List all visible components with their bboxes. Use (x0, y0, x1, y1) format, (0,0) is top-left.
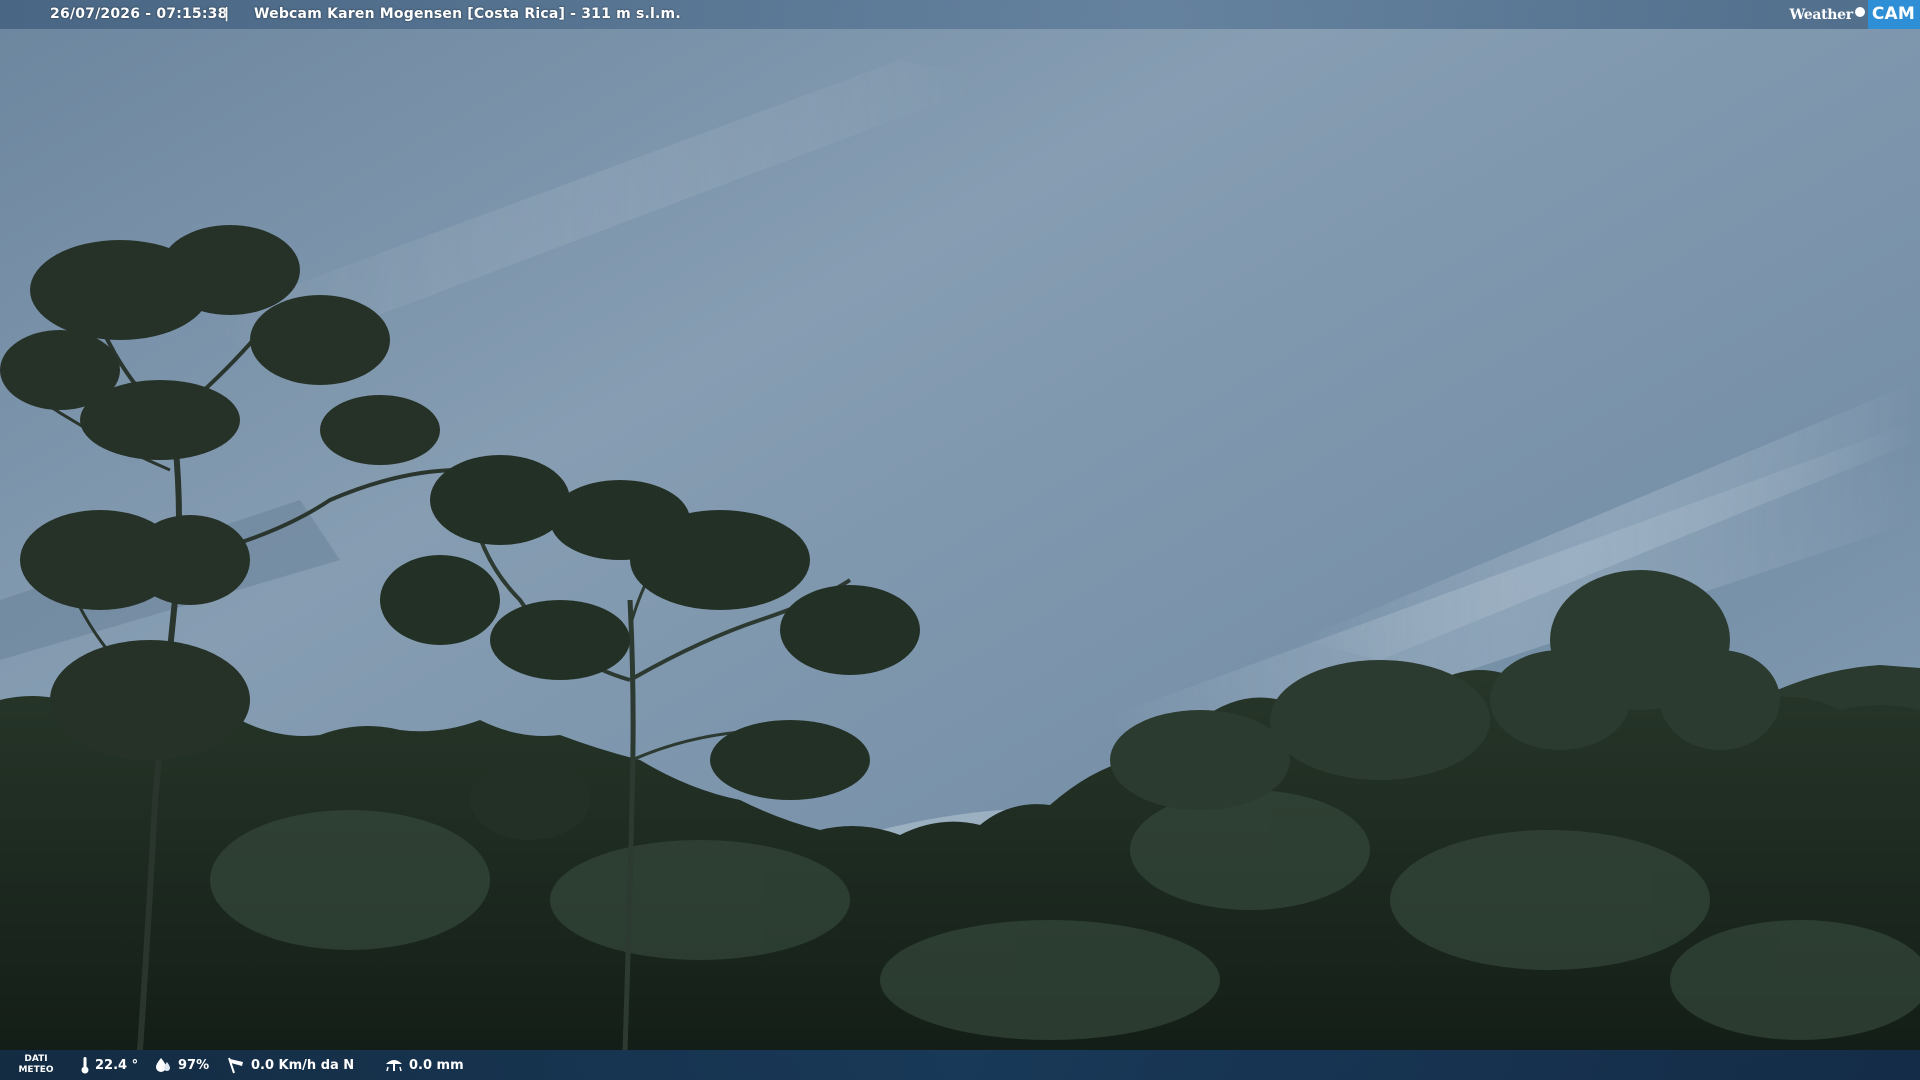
weather-data-label-line2: METEO (18, 1065, 54, 1075)
timestamp: 26/07/2026 - 07:15:38 (50, 6, 228, 22)
humidity-value: 97% (178, 1057, 210, 1073)
humidity-drop-icon (156, 1058, 170, 1072)
temperature-value: 22.4 ° (95, 1057, 139, 1073)
camera-title: Webcam Karen Mogensen [Costa Rica] - 311… (254, 6, 681, 22)
logo-weather-text: Weather (1789, 6, 1853, 23)
webcam-image (0, 0, 1920, 1080)
weathercam-logo: Weather CAM (1789, 0, 1920, 29)
top-info-bar: 26/07/2026 - 07:15:38 | Webcam Karen Mog… (0, 0, 1920, 29)
rain-reading: 0.0 mm (384, 1056, 464, 1074)
wind-value: 0.0 Km/h da N (251, 1057, 355, 1073)
wind-windsock-icon (228, 1057, 243, 1074)
rain-value: 0.0 mm (409, 1057, 464, 1073)
thermometer-icon (81, 1057, 89, 1074)
temperature-reading: 22.4 ° (80, 1056, 138, 1074)
webcam-frame: 26/07/2026 - 07:15:38 | Webcam Karen Mog… (0, 0, 1920, 1080)
logo-cam-text: CAM (1867, 0, 1920, 29)
wind-reading: 0.0 Km/h da N (226, 1056, 354, 1074)
weather-data-bar: DATI METEO 22.4 ° 97% 0.0 Km/h da N 0.0 … (0, 1050, 1920, 1080)
logo-dot-icon (1854, 6, 1865, 17)
rain-gauge-icon (386, 1060, 402, 1072)
title-separator: | (224, 6, 230, 22)
humidity-reading: 97% (153, 1056, 209, 1074)
weather-data-label: DATI METEO (18, 1054, 54, 1076)
weather-data-label-line1: DATI (24, 1054, 48, 1064)
